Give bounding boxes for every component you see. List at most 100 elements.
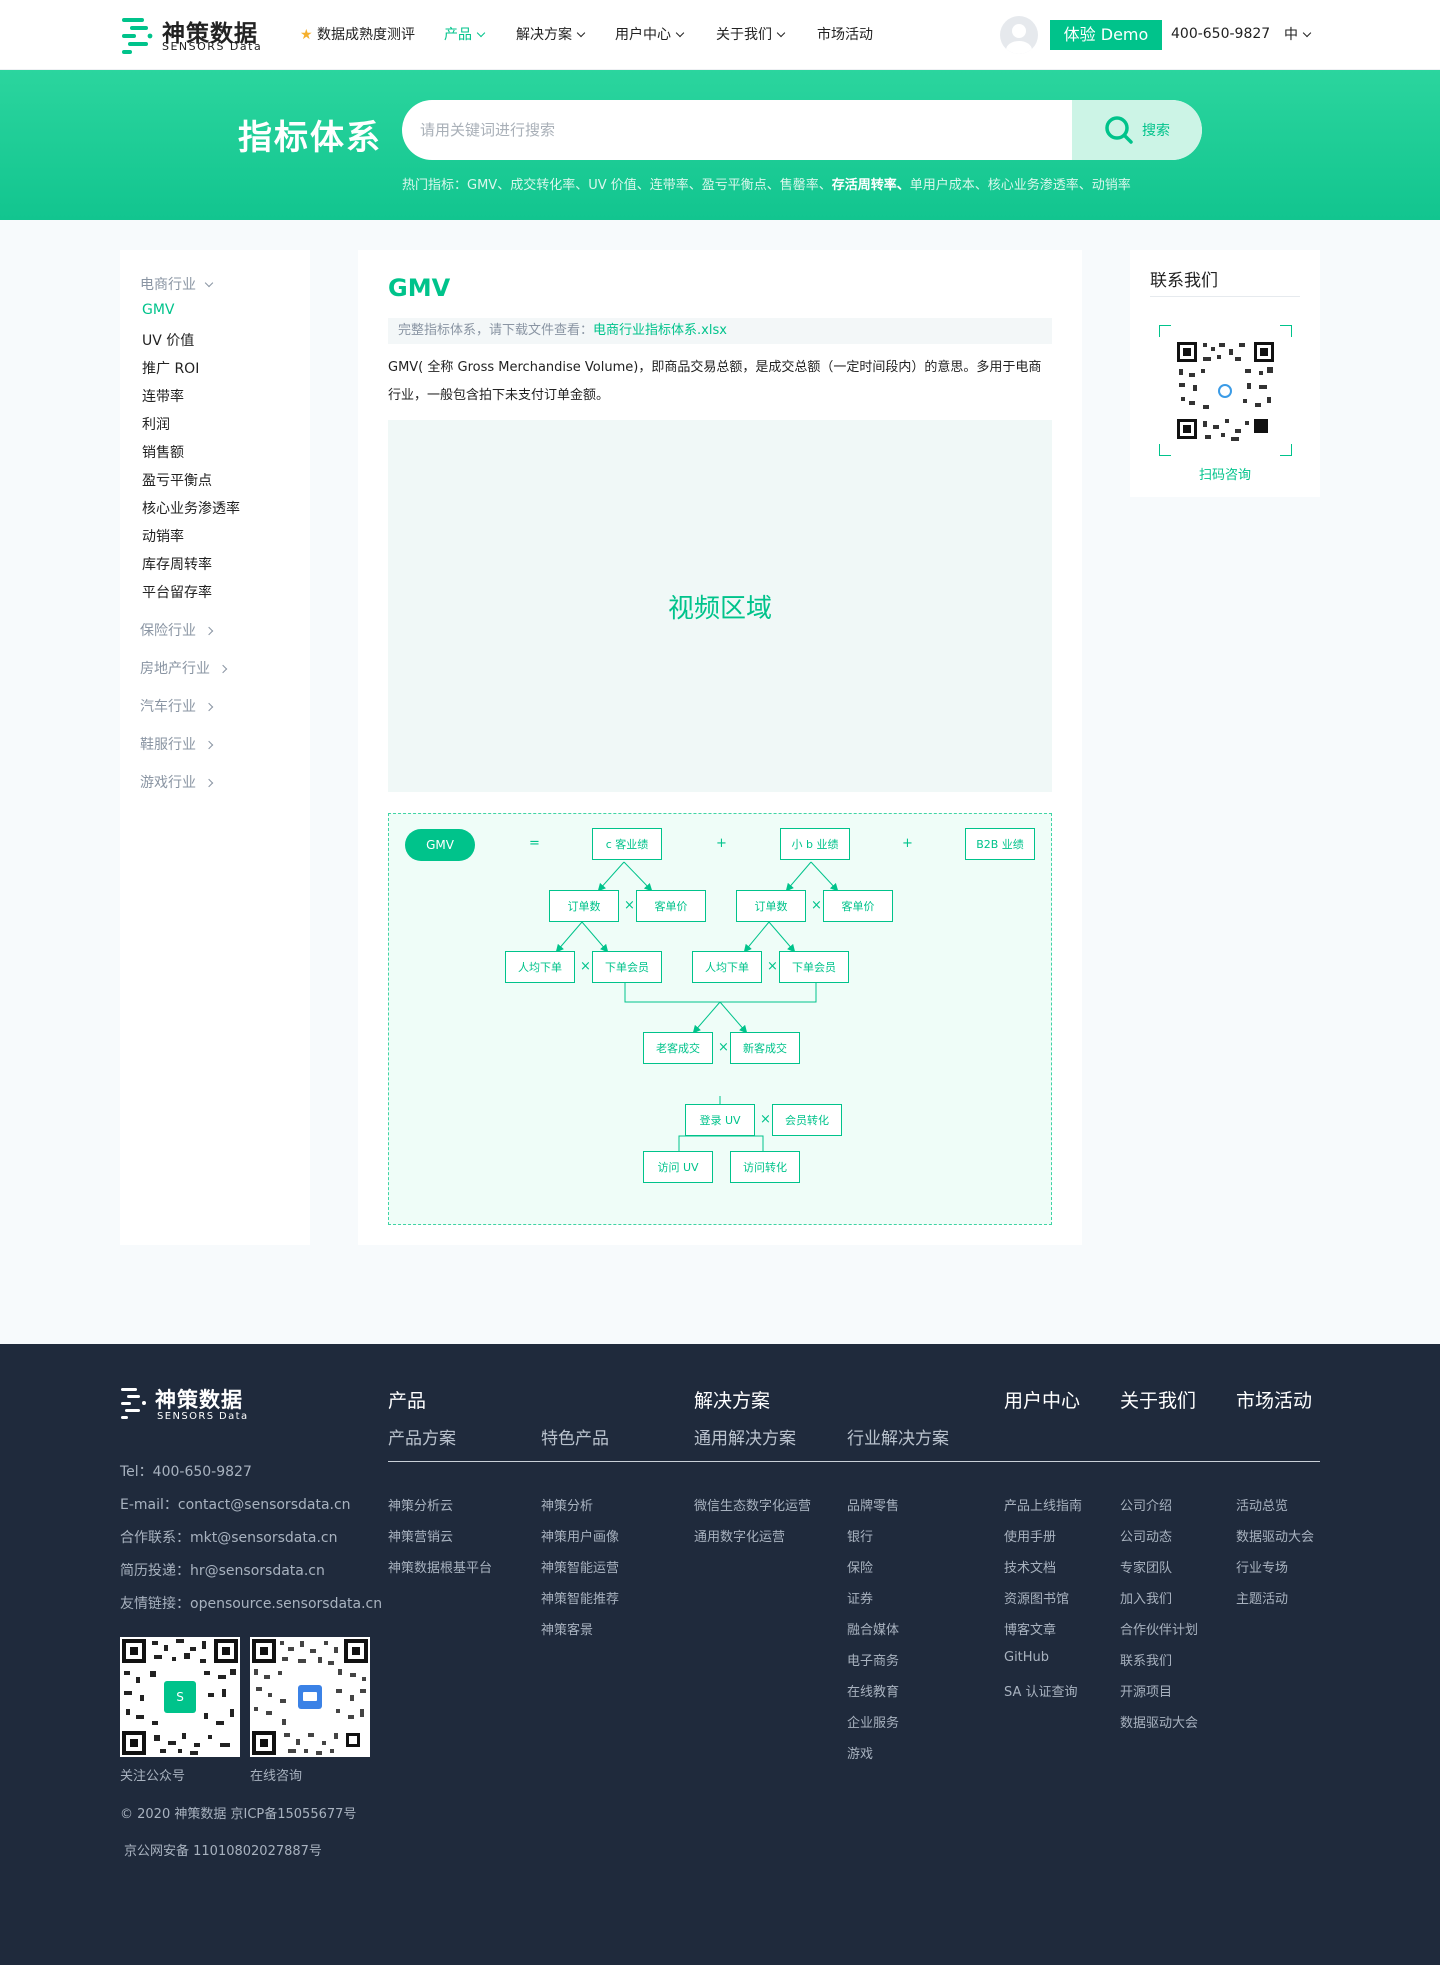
category-apparel[interactable]: 鞋服行业 xyxy=(140,734,214,754)
footer-link[interactable]: 专家团队 xyxy=(1120,1557,1172,1576)
nav-about[interactable]: 关于我们 xyxy=(716,24,786,44)
sidebar-item-breakeven[interactable]: 盈亏平衡点 xyxy=(142,470,212,490)
footer-link[interactable]: 公司介绍 xyxy=(1120,1495,1172,1514)
sidebar-item-uv-value[interactable]: UV 价值 xyxy=(142,330,194,350)
footer-link[interactable]: 银行 xyxy=(847,1526,873,1545)
hot-metrics: 热门指标：GMV、成交转化率、UV 价值、连带率、盈亏平衡点、售罄率、存活周转率… xyxy=(402,174,1131,193)
sidebar-item-retention[interactable]: 平台留存率 xyxy=(142,582,212,602)
qr-code-icon xyxy=(252,1639,368,1755)
footer-link[interactable]: 神策分析云 xyxy=(388,1495,453,1514)
tree-node-per-capita: 人均下单 xyxy=(505,951,575,983)
footer-link[interactable]: 行业专场 xyxy=(1236,1557,1288,1576)
footer-link[interactable]: 博客文章 xyxy=(1004,1619,1056,1638)
footer-link[interactable]: 游戏 xyxy=(847,1743,873,1762)
contact-title: 联系我们 xyxy=(1150,271,1218,291)
logo-subtext: SENSORS Data xyxy=(162,40,263,53)
footer-link[interactable]: 通用数字化运营 xyxy=(694,1526,785,1545)
footer-friend-value[interactable]: opensource.sensorsdata.cn xyxy=(190,1596,382,1612)
footer-link[interactable]: 数据驱动大会 xyxy=(1236,1526,1314,1545)
category-insurance[interactable]: 保险行业 xyxy=(140,620,214,640)
footer-link[interactable]: 在线教育 xyxy=(847,1681,899,1700)
sidebar-item-sell-through[interactable]: 动销率 xyxy=(142,526,184,546)
qr-label-consult: 在线咨询 xyxy=(250,1769,303,1784)
demo-button[interactable]: 体验 Demo xyxy=(1050,20,1162,50)
footer-link[interactable]: 使用手册 xyxy=(1004,1526,1056,1545)
footer-link[interactable]: 主题活动 xyxy=(1236,1588,1288,1607)
footer-link[interactable]: 加入我们 xyxy=(1120,1588,1172,1607)
logo-mark-icon xyxy=(120,1386,150,1420)
sidebar-item-promotion-roi[interactable]: 推广 ROI xyxy=(142,358,199,378)
nav-data-maturity[interactable]: ★ 数据成熟度测评 xyxy=(300,24,415,44)
search-button-label: 搜索 xyxy=(1142,123,1170,139)
nav-product[interactable]: 产品 xyxy=(444,24,486,44)
tree-node-new-customer: 新客成交 xyxy=(730,1032,800,1064)
footer-link[interactable]: 活动总览 xyxy=(1236,1495,1288,1514)
footer-link[interactable]: 联系我们 xyxy=(1120,1650,1172,1669)
footer-link[interactable]: 神策客景 xyxy=(541,1619,593,1638)
footer-link[interactable]: GitHub xyxy=(1004,1650,1049,1665)
footer-link[interactable]: 神策数据根基平台 xyxy=(388,1557,492,1576)
category-auto[interactable]: 汽车行业 xyxy=(140,696,214,716)
sidebar-item-gmv[interactable]: GMV xyxy=(142,302,175,318)
footer-email-label: E-mail： xyxy=(120,1497,178,1513)
footer-link[interactable]: 公司动态 xyxy=(1120,1526,1172,1545)
footer-sub-industry-solution: 行业解决方案 xyxy=(847,1429,949,1449)
hot-metrics-list[interactable]: GMV、成交转化率、UV 价值、连带率、盈亏平衡点、售罄率、 xyxy=(467,178,832,193)
footer-email-value[interactable]: contact@sensorsdata.cn xyxy=(178,1497,351,1513)
search-button[interactable]: 搜索 xyxy=(1072,100,1202,160)
sidebar-item-joint-rate[interactable]: 连带率 xyxy=(142,386,184,406)
category-real-estate[interactable]: 房地产行业 xyxy=(140,658,228,678)
footer-resume-value[interactable]: hr@sensorsdata.cn xyxy=(190,1563,325,1579)
sidebar-item-penetration[interactable]: 核心业务渗透率 xyxy=(142,498,240,518)
qr-label: 扫码咨询 xyxy=(1198,468,1251,483)
footer-heading-about: 关于我们 xyxy=(1120,1390,1197,1412)
footer-link[interactable]: 微信生态数字化运营 xyxy=(694,1495,811,1514)
footer-link[interactable]: 神策智能运营 xyxy=(541,1557,619,1576)
nav-solution[interactable]: 解决方案 xyxy=(516,24,586,44)
copyright[interactable]: © 2020 神策数据 京ICP备15055677号 xyxy=(120,1803,356,1822)
footer-coop-value[interactable]: mkt@sensorsdata.cn xyxy=(190,1530,337,1546)
footer-link[interactable]: 神策用户画像 xyxy=(541,1526,619,1545)
language-switch[interactable]: 中 xyxy=(1284,24,1312,44)
footer-link[interactable]: 神策分析 xyxy=(541,1495,593,1514)
footer-heading-solution: 解决方案 xyxy=(694,1390,771,1412)
footer-link[interactable]: 融合媒体 xyxy=(847,1619,899,1638)
tree-node-b2b: B2B 业绩 xyxy=(965,828,1035,860)
footer-link[interactable]: 神策营销云 xyxy=(388,1526,453,1545)
search-input[interactable] xyxy=(420,100,1040,160)
sidebar-item-inventory-turnover[interactable]: 库存周转率 xyxy=(142,554,212,574)
hot-metrics-list-rest[interactable]: 单用户成本、核心业务渗透率、动销率 xyxy=(910,178,1131,193)
footer-link[interactable]: 电子商务 xyxy=(847,1650,899,1669)
sidebar-item-sales[interactable]: 销售额 xyxy=(142,442,184,462)
download-link[interactable]: 电商行业指标体系.xlsx xyxy=(593,323,727,338)
category-ecommerce[interactable]: 电商行业 xyxy=(140,274,214,294)
footer-link[interactable]: 产品上线指南 xyxy=(1004,1495,1082,1514)
footer-link[interactable]: 资源图书馆 xyxy=(1004,1588,1069,1607)
footer-link[interactable]: SA 认证查询 xyxy=(1004,1681,1078,1700)
nav-market[interactable]: 市场活动 xyxy=(817,24,873,44)
times-sign: × xyxy=(760,1112,771,1127)
footer-link[interactable]: 保险 xyxy=(847,1557,873,1576)
footer-coop-label: 合作联系： xyxy=(120,1530,190,1546)
footer-link[interactable]: 合作伙伴计划 xyxy=(1120,1619,1198,1638)
video-area[interactable]: 视频区域 xyxy=(388,420,1052,792)
footer-link[interactable]: 证券 xyxy=(847,1588,873,1607)
logo-mark-icon[interactable] xyxy=(120,14,162,56)
chevron-right-icon xyxy=(204,702,214,712)
avatar[interactable] xyxy=(1000,16,1038,54)
footer-link[interactable]: 企业服务 xyxy=(847,1712,899,1731)
chevron-right-icon xyxy=(204,778,214,788)
police-record[interactable]: 京公网安备 11010802027887号 xyxy=(124,1840,322,1859)
nav-user-center[interactable]: 用户中心 xyxy=(615,24,685,44)
sidebar-item-profit[interactable]: 利润 xyxy=(142,414,170,434)
category-gaming[interactable]: 游戏行业 xyxy=(140,772,214,792)
footer-link[interactable]: 开源项目 xyxy=(1120,1681,1172,1700)
category-label: 保险行业 xyxy=(140,623,196,639)
footer-link[interactable]: 神策智能推荐 xyxy=(541,1588,619,1607)
footer-sub-feature-product: 特色产品 xyxy=(541,1429,609,1449)
times-sign: × xyxy=(811,898,822,913)
footer-link[interactable]: 数据驱动大会 xyxy=(1120,1712,1198,1731)
hot-metrics-highlight[interactable]: 存活周转率、 xyxy=(832,178,910,193)
footer-link[interactable]: 技术文档 xyxy=(1004,1557,1056,1576)
footer-link[interactable]: 品牌零售 xyxy=(847,1495,899,1514)
